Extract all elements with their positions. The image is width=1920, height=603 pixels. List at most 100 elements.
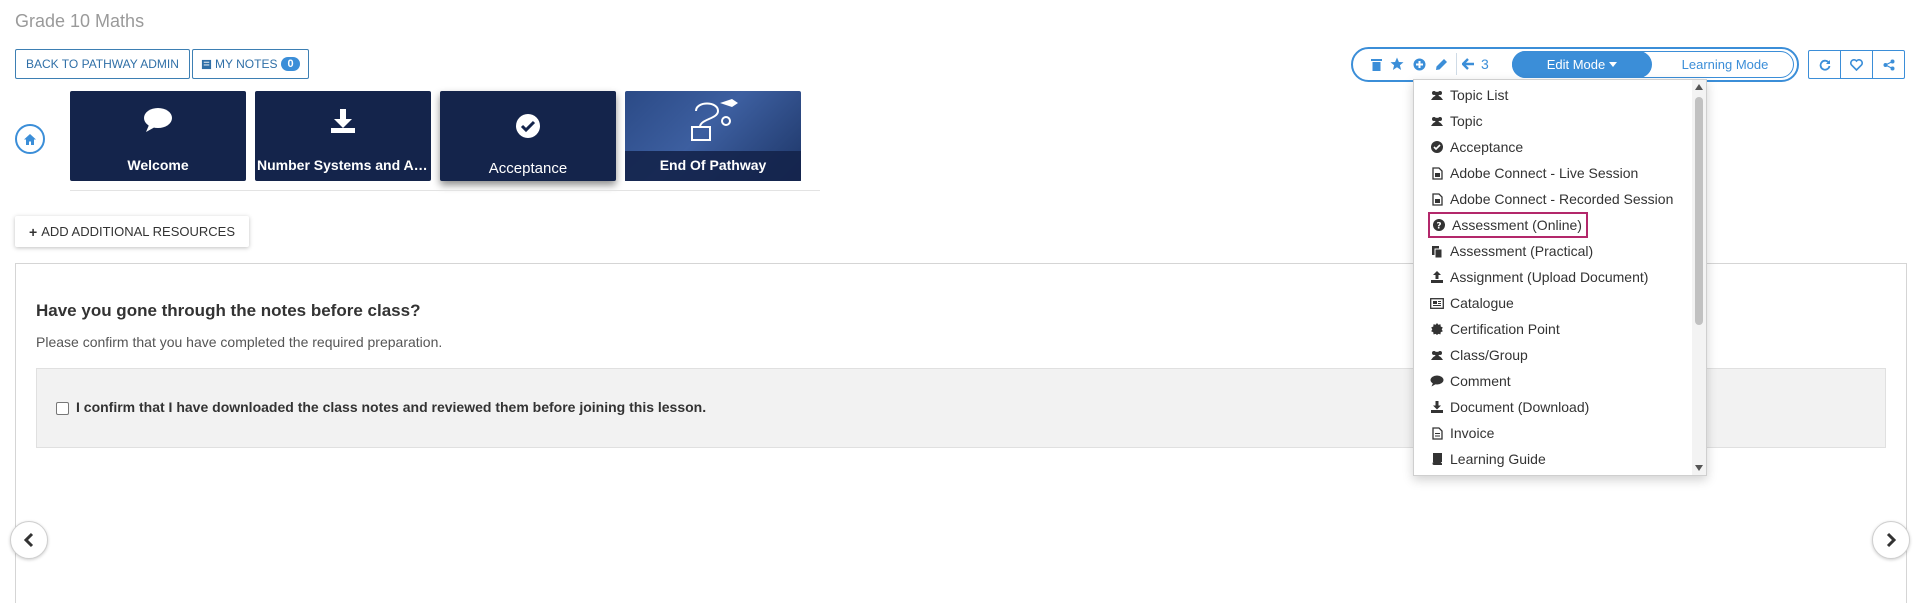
plus-icon: + xyxy=(29,223,38,240)
dropdown-item-label: Topic xyxy=(1450,113,1483,129)
upload-icon xyxy=(1431,271,1443,283)
scroll-down-arrow-icon[interactable] xyxy=(1695,465,1703,471)
tile-welcome[interactable]: Welcome xyxy=(70,91,246,181)
tile-label: Number Systems and Alg... xyxy=(257,157,429,173)
add-additional-resources-button[interactable]: + ADD ADDITIONAL RESOURCES xyxy=(15,216,250,247)
users-icon xyxy=(1431,90,1443,100)
tile-number-systems[interactable]: Number Systems and Alg... xyxy=(255,91,431,181)
dropdown-item-document-download[interactable]: Document (Download) xyxy=(1430,396,1589,418)
dropdown-item-label: Adobe Connect - Recorded Session xyxy=(1450,191,1674,207)
comment-icon xyxy=(1430,375,1444,387)
copy-icon xyxy=(1432,245,1443,258)
page-actions xyxy=(1808,50,1905,79)
like-button[interactable] xyxy=(1841,51,1873,78)
dropdown-item-label: Catalogue xyxy=(1450,295,1514,311)
dropdown-item-acceptance[interactable]: Acceptance xyxy=(1430,136,1523,158)
heart-icon xyxy=(1850,58,1863,71)
dropdown-item-assignment-upload[interactable]: Assignment (Upload Document) xyxy=(1430,266,1648,288)
learning-mode-button[interactable]: Learning Mode xyxy=(1656,51,1794,78)
question-circle-icon: ? xyxy=(1433,219,1445,231)
tile-acceptance[interactable]: Acceptance xyxy=(440,91,616,181)
home-icon xyxy=(24,133,36,145)
home-button[interactable] xyxy=(15,124,45,154)
dropdown-item-comment[interactable]: Comment xyxy=(1430,370,1511,392)
tile-end-of-pathway[interactable]: End Of Pathway xyxy=(625,91,801,181)
comment-icon xyxy=(144,108,172,132)
dropdown-item-invoice[interactable]: Invoice xyxy=(1430,422,1494,444)
dropdown-item-label: Certification Point xyxy=(1450,321,1560,337)
dropdown-item-label: Document (Download) xyxy=(1450,399,1590,415)
dropdown-item-class-group[interactable]: Class/Group xyxy=(1430,344,1528,366)
dropdown-item-adobe-live[interactable]: Adobe Connect - Live Session xyxy=(1430,162,1638,184)
notes-count-badge: 0 xyxy=(281,57,300,71)
resource-type-dropdown[interactable]: Topic List Topic Acceptance Adobe Connec… xyxy=(1413,79,1707,476)
edit-mode-label: Edit Mode xyxy=(1546,57,1606,72)
refresh-icon xyxy=(1819,59,1830,71)
next-button[interactable] xyxy=(1872,521,1910,559)
back-to-pathway-admin-button[interactable]: BACK TO PATHWAY ADMIN xyxy=(15,49,190,79)
star-icon xyxy=(1390,57,1404,70)
dropdown-item-label: Acceptance xyxy=(1450,139,1524,155)
file-image-icon xyxy=(1431,166,1443,180)
scroll-up-arrow-icon[interactable] xyxy=(1695,84,1703,90)
share-icon xyxy=(1883,59,1894,70)
back-count-button[interactable]: 3 xyxy=(1462,54,1498,74)
dropdown-item-label: Invoice xyxy=(1450,425,1495,441)
trash-icon xyxy=(1370,58,1382,71)
file-text-icon xyxy=(1431,426,1443,440)
question-subtitle: Please confirm that you have completed t… xyxy=(36,334,443,350)
share-button[interactable] xyxy=(1873,51,1904,78)
edit-button[interactable] xyxy=(1431,54,1451,74)
dropdown-item-topic[interactable]: Topic xyxy=(1430,110,1483,132)
chevron-right-icon xyxy=(1886,532,1897,548)
tile-label: Acceptance xyxy=(488,160,568,177)
add-button[interactable] xyxy=(1409,54,1429,74)
edit-mode-button[interactable]: Edit Mode xyxy=(1512,51,1652,78)
dropdown-item-label: Class/Group xyxy=(1450,347,1528,363)
my-notes-label: MY NOTES xyxy=(215,57,278,71)
check-circle-icon xyxy=(1431,141,1443,153)
scrollbar-thumb[interactable] xyxy=(1695,97,1703,325)
dropdown-item-catalogue[interactable]: Catalogue xyxy=(1430,292,1514,314)
toolbar-separator xyxy=(1456,53,1457,75)
tile-label: End Of Pathway xyxy=(659,157,767,173)
arrow-left-icon xyxy=(1462,58,1474,70)
confirm-label: I confirm that I have downloaded the cla… xyxy=(76,399,707,415)
my-notes-button[interactable]: MY NOTES 0 xyxy=(192,49,309,79)
dropdown-scrollbar[interactable] xyxy=(1692,80,1706,475)
check-circle-icon xyxy=(516,114,540,138)
dropdown-item-adobe-recorded[interactable]: Adobe Connect - Recorded Session xyxy=(1430,188,1673,210)
learning-mode-label: Learning Mode xyxy=(1681,57,1769,72)
dropdown-item-label: Topic List xyxy=(1450,87,1509,103)
confirm-checkbox[interactable] xyxy=(56,402,69,415)
users-icon xyxy=(1431,116,1443,126)
pathway-graphic xyxy=(691,99,738,141)
dropdown-item-topic-list[interactable]: Topic List xyxy=(1430,84,1508,106)
book-icon xyxy=(1432,453,1442,465)
refresh-button[interactable] xyxy=(1809,51,1841,78)
svg-text:?: ? xyxy=(1436,222,1441,232)
page-title: Grade 10 Maths xyxy=(15,11,145,31)
back-count: 3 xyxy=(1481,56,1489,72)
certificate-icon xyxy=(1431,323,1443,335)
tile-label: Welcome xyxy=(127,157,189,173)
download-icon xyxy=(1431,401,1443,413)
dropdown-item-assessment-online[interactable]: ? Assessment (Online) xyxy=(1428,212,1588,238)
pencil-icon xyxy=(1435,58,1447,70)
caret-down-icon xyxy=(1609,61,1618,67)
dropdown-item-label: Assignment (Upload Document) xyxy=(1450,269,1649,285)
back-button-label: BACK TO PATHWAY ADMIN xyxy=(26,57,179,71)
dropdown-item-label: Comment xyxy=(1450,373,1511,389)
users-icon xyxy=(1431,350,1443,360)
delete-button[interactable] xyxy=(1366,54,1386,74)
favorite-button[interactable] xyxy=(1387,54,1407,74)
question-title: Have you gone through the notes before c… xyxy=(36,301,421,320)
add-resources-label: ADD ADDITIONAL RESOURCES xyxy=(41,224,236,239)
file-image-icon xyxy=(1431,192,1443,206)
dropdown-item-assessment-practical[interactable]: Assessment (Practical) xyxy=(1430,240,1593,262)
previous-button[interactable] xyxy=(10,521,48,559)
dropdown-item-certification-point[interactable]: Certification Point xyxy=(1430,318,1560,340)
dropdown-item-learning-guide[interactable]: Learning Guide xyxy=(1430,448,1546,470)
dropdown-item-label: Learning Guide xyxy=(1450,451,1546,467)
tiles-divider xyxy=(70,190,820,191)
